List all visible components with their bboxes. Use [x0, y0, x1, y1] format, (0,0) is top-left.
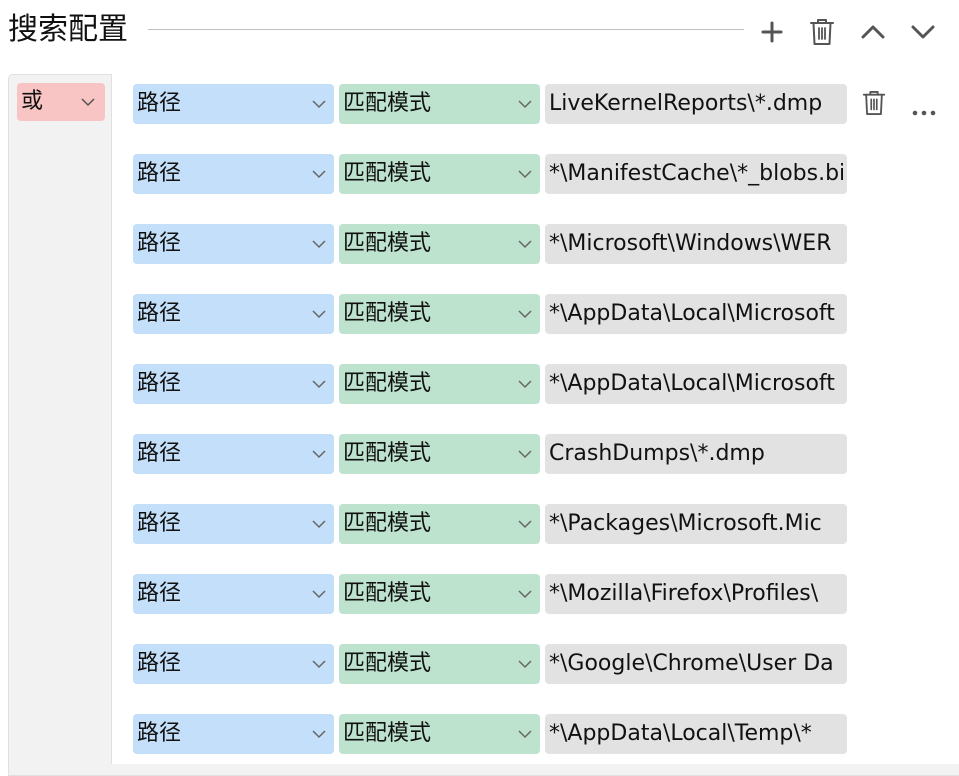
chevron-down-icon	[518, 84, 532, 124]
pattern-input[interactable]	[545, 574, 847, 614]
condition-row: 路径 匹配模式	[112, 224, 959, 264]
condition-row: 路径 匹配模式	[112, 364, 959, 404]
match-mode-select[interactable]: 匹配模式	[339, 434, 540, 474]
chevron-down-icon	[312, 714, 326, 754]
field-select-value: 路径	[137, 651, 182, 676]
move-up-button[interactable]	[853, 12, 893, 52]
pattern-input[interactable]	[545, 154, 847, 194]
match-mode-value: 匹配模式	[343, 301, 432, 326]
match-mode-value: 匹配模式	[343, 91, 432, 116]
field-select-value: 路径	[137, 441, 182, 466]
chevron-up-icon	[861, 25, 885, 39]
match-mode-value: 匹配模式	[343, 441, 432, 466]
pattern-input[interactable]	[545, 364, 847, 404]
chevron-down-icon	[312, 574, 326, 614]
chevron-down-icon	[911, 25, 935, 39]
field-select[interactable]: 路径	[133, 364, 334, 404]
field-select[interactable]: 路径	[133, 434, 334, 474]
field-select[interactable]: 路径	[133, 714, 334, 754]
pattern-input[interactable]	[545, 504, 847, 544]
match-mode-value: 匹配模式	[343, 651, 432, 676]
field-select-value: 路径	[137, 721, 182, 746]
trash-icon	[862, 91, 886, 115]
chevron-down-icon	[312, 644, 326, 684]
chevron-down-icon	[312, 434, 326, 474]
chevron-down-icon	[312, 364, 326, 404]
field-select-value: 路径	[137, 511, 182, 536]
match-mode-value: 匹配模式	[343, 721, 432, 746]
field-select[interactable]: 路径	[133, 154, 334, 194]
match-mode-select[interactable]: 匹配模式	[339, 574, 540, 614]
field-select-value: 路径	[137, 231, 182, 256]
field-select[interactable]: 路径	[133, 644, 334, 684]
field-select-value: 路径	[137, 301, 182, 326]
match-mode-select[interactable]: 匹配模式	[339, 224, 540, 264]
pattern-input[interactable]	[545, 714, 847, 754]
header: 搜索配置	[0, 0, 959, 62]
chevron-down-icon	[518, 154, 532, 194]
field-select[interactable]: 路径	[133, 84, 334, 124]
condition-row: 路径 匹配模式	[112, 84, 959, 124]
chevron-down-icon	[312, 224, 326, 264]
row-more-button[interactable]	[907, 96, 941, 130]
pattern-input[interactable]	[545, 224, 847, 264]
chevron-down-icon	[518, 574, 532, 614]
field-select-value: 路径	[137, 161, 182, 186]
chevron-down-icon	[518, 714, 532, 754]
pattern-input[interactable]	[545, 294, 847, 334]
chevron-down-icon	[312, 84, 326, 124]
condition-row: 路径 匹配模式	[112, 644, 959, 684]
chevron-down-icon	[312, 504, 326, 544]
add-button[interactable]	[752, 12, 792, 52]
match-mode-select[interactable]: 匹配模式	[339, 714, 540, 754]
match-mode-select[interactable]: 匹配模式	[339, 294, 540, 334]
condition-list: 路径 匹配模式 路径 匹配模式 路径	[111, 74, 959, 764]
match-mode-value: 匹配模式	[343, 231, 432, 256]
chevron-down-icon	[312, 154, 326, 194]
pattern-input[interactable]	[545, 644, 847, 684]
more-icon	[912, 110, 936, 116]
chevron-down-icon	[312, 294, 326, 334]
field-select-value: 路径	[137, 371, 182, 396]
condition-row: 路径 匹配模式	[112, 154, 959, 194]
condition-row: 路径 匹配模式	[112, 714, 959, 754]
trash-icon	[810, 19, 834, 45]
field-select[interactable]: 路径	[133, 224, 334, 264]
match-mode-select[interactable]: 匹配模式	[339, 364, 540, 404]
field-select-value: 路径	[137, 91, 182, 116]
field-select[interactable]: 路径	[133, 574, 334, 614]
logic-operator-value: 或	[21, 89, 44, 114]
page-title: 搜索配置	[8, 12, 128, 47]
chevron-down-icon	[81, 83, 95, 121]
match-mode-select[interactable]: 匹配模式	[339, 84, 540, 124]
condition-row: 路径 匹配模式	[112, 434, 959, 474]
move-down-button[interactable]	[903, 12, 943, 52]
match-mode-select[interactable]: 匹配模式	[339, 644, 540, 684]
match-mode-select[interactable]: 匹配模式	[339, 504, 540, 544]
match-mode-value: 匹配模式	[343, 511, 432, 536]
pattern-input[interactable]	[545, 84, 847, 124]
plus-icon	[761, 21, 783, 43]
chevron-down-icon	[518, 364, 532, 404]
delete-group-button[interactable]	[802, 12, 842, 52]
pattern-input[interactable]	[545, 434, 847, 474]
match-mode-select[interactable]: 匹配模式	[339, 154, 540, 194]
chevron-down-icon	[518, 504, 532, 544]
condition-row: 路径 匹配模式	[112, 574, 959, 614]
condition-row: 路径 匹配模式	[112, 294, 959, 334]
delete-row-button[interactable]	[857, 86, 891, 120]
field-select[interactable]: 路径	[133, 504, 334, 544]
logic-operator-select[interactable]: 或	[17, 83, 105, 121]
match-mode-value: 匹配模式	[343, 581, 432, 606]
field-select[interactable]: 路径	[133, 294, 334, 334]
field-select-value: 路径	[137, 581, 182, 606]
title-divider	[148, 29, 744, 30]
chevron-down-icon	[518, 294, 532, 334]
chevron-down-icon	[518, 434, 532, 474]
match-mode-value: 匹配模式	[343, 371, 432, 396]
condition-row: 路径 匹配模式	[112, 504, 959, 544]
match-mode-value: 匹配模式	[343, 161, 432, 186]
chevron-down-icon	[518, 224, 532, 264]
chevron-down-icon	[518, 644, 532, 684]
